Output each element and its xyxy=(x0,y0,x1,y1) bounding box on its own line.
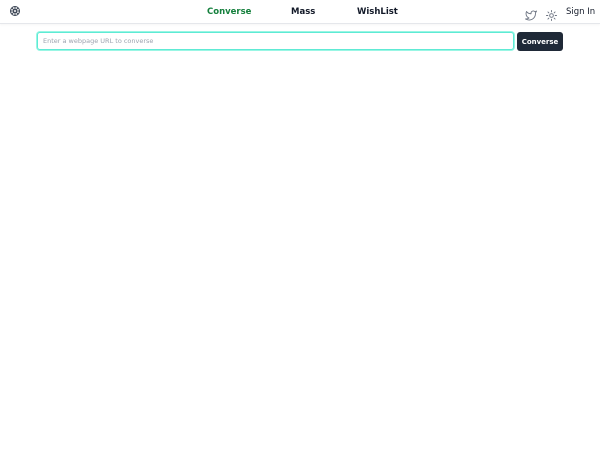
sun-icon[interactable] xyxy=(546,6,557,21)
top-nav-bar: Converse Mass WishList Sign In xyxy=(0,0,600,24)
twitter-icon[interactable] xyxy=(525,6,537,21)
nav-converse[interactable]: Converse xyxy=(207,0,251,23)
nav-wishlist[interactable]: WishList xyxy=(357,0,398,23)
converse-button[interactable]: Converse xyxy=(517,32,563,51)
chatgpt-logo-icon[interactable] xyxy=(9,5,21,17)
nav-mass[interactable]: Mass xyxy=(291,0,315,23)
url-input[interactable] xyxy=(37,32,514,50)
sign-in-link[interactable]: Sign In xyxy=(566,0,595,23)
